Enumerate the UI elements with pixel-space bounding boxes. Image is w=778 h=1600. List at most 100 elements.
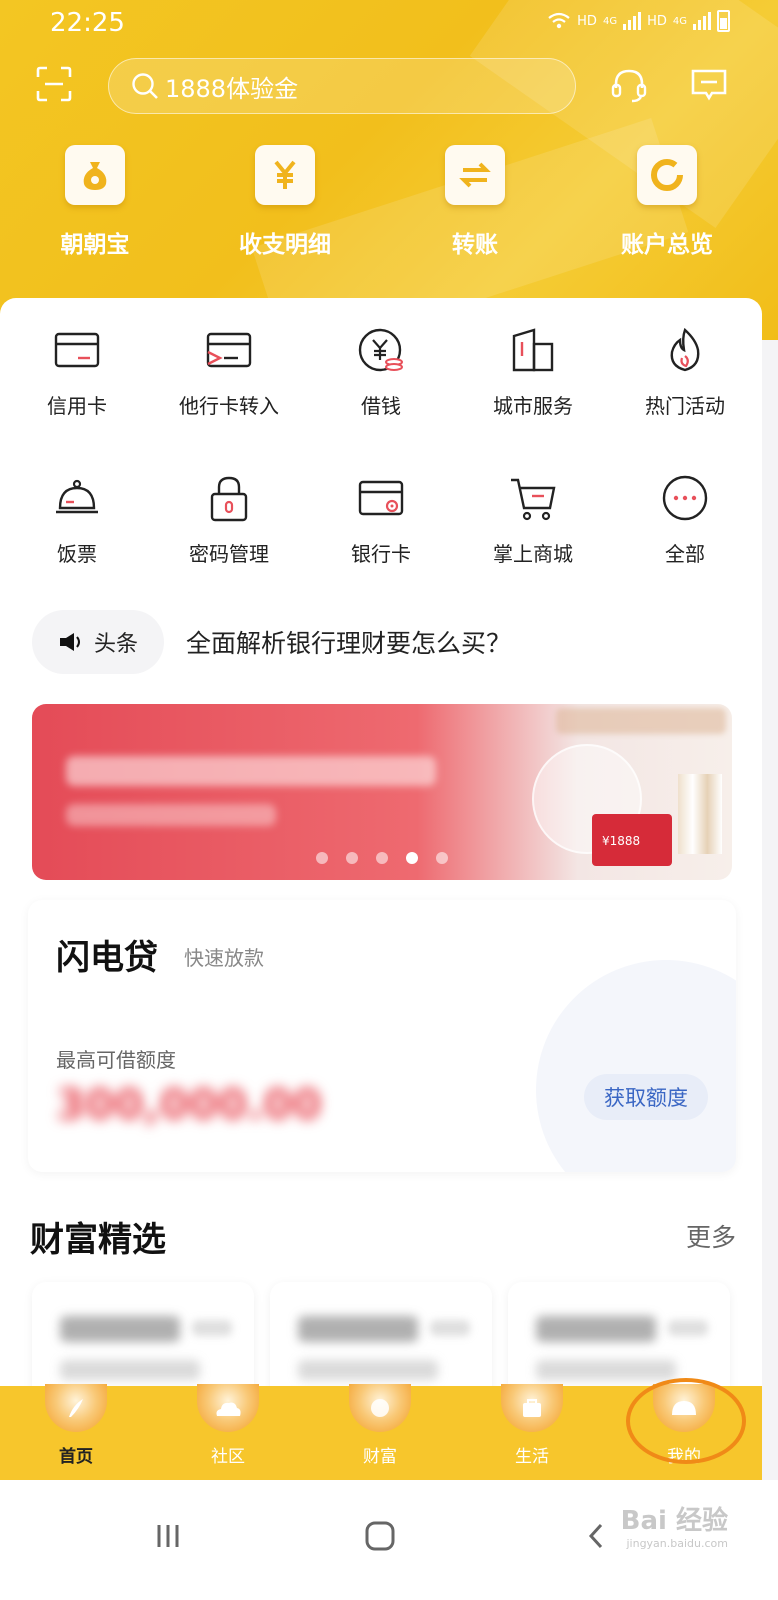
home-icon [45, 1384, 107, 1432]
carousel-dot [436, 852, 448, 864]
tab-label: 生活 [515, 1447, 549, 1467]
watermark: Bai 经验 jingyan.baidu.com [621, 1500, 728, 1550]
quick-action-zhaozhaobao[interactable]: 朝朝宝 [20, 145, 170, 259]
tab-life[interactable]: 生活 [456, 1384, 608, 1467]
back-icon [588, 1523, 603, 1549]
quick-action-transfer[interactable]: 转账 [400, 145, 550, 259]
carousel-dots [316, 852, 448, 864]
banner-title-blurred [66, 756, 436, 786]
tab-label: 财富 [363, 1447, 397, 1467]
home-button[interactable] [350, 1506, 410, 1566]
quick-action-overview[interactable]: 账户总览 [592, 145, 742, 259]
building-icon [512, 328, 554, 372]
cloud-icon [197, 1384, 259, 1432]
carousel-dot [376, 852, 388, 864]
battery-icon [717, 10, 730, 32]
service-meal-ticket[interactable]: 饭票 [0, 474, 154, 567]
status-icons: HD 4G HD 4G [547, 10, 730, 32]
carousel-dot [346, 852, 358, 864]
news-headline[interactable]: 全面解析银行理财要怎么买？ [186, 624, 511, 660]
life-icon [501, 1384, 563, 1432]
service-label: 城市服务 [493, 394, 573, 418]
books-illustration [678, 774, 722, 854]
speaker-icon [59, 633, 80, 651]
wealth-section-title: 财富精选 [30, 1220, 166, 1260]
money-bag-icon [65, 145, 125, 205]
flame-icon [670, 327, 700, 372]
search-placeholder: 1888体验金 [165, 74, 299, 103]
service-all[interactable]: 全部 [608, 474, 762, 567]
product-tag-blurred [430, 1320, 470, 1336]
header-area: 22:25 HD 4G HD 4G 1888体验金 朝朝宝 收支明细 转账 账户… [0, 0, 778, 340]
network-label-1: HD [577, 13, 597, 29]
loan-card-decoration [536, 960, 736, 1172]
lock-icon [210, 476, 248, 522]
network-gen-1: 4G [602, 15, 618, 27]
product-name-blurred [298, 1316, 418, 1342]
loan-title: 闪电贷 [56, 938, 158, 978]
product-desc-blurred [60, 1360, 200, 1380]
tab-label: 社区 [211, 1447, 245, 1467]
product-name-blurred [536, 1316, 656, 1342]
service-bank-card[interactable]: 银行卡 [304, 474, 458, 567]
tab-label: 首页 [59, 1447, 93, 1467]
promo-banner[interactable]: ¥1888 [32, 704, 732, 880]
pie-ring-icon [637, 145, 697, 205]
service-label: 饭票 [57, 542, 97, 566]
service-city[interactable]: 城市服务 [456, 326, 610, 419]
service-mall[interactable]: 掌上商城 [456, 474, 610, 567]
product-tag-blurred [192, 1320, 232, 1336]
message-icon[interactable] [690, 66, 728, 104]
cloche-icon [56, 479, 98, 514]
quick-action-label: 账户总览 [621, 232, 713, 258]
credit-card-icon [54, 332, 100, 368]
loan-amount: 300,000.00 [56, 1080, 322, 1129]
highlight-circle [626, 1378, 746, 1464]
quick-action-statement[interactable]: 收支明细 [210, 145, 360, 259]
headset-icon[interactable] [610, 66, 648, 104]
product-name-blurred [60, 1316, 180, 1342]
back-button[interactable] [566, 1506, 626, 1566]
get-limit-button[interactable]: 获取额度 [584, 1074, 708, 1120]
service-password[interactable]: 密码管理 [152, 474, 306, 567]
quick-action-label: 朝朝宝 [60, 232, 130, 258]
service-label: 他行卡转入 [179, 394, 279, 418]
service-label: 借钱 [361, 394, 401, 418]
service-hot-events[interactable]: 热门活动 [608, 326, 762, 419]
home-square-icon [365, 1521, 395, 1551]
product-desc-blurred [536, 1360, 676, 1380]
service-borrow[interactable]: 借钱 [304, 326, 458, 419]
service-credit-card[interactable]: 信用卡 [0, 326, 154, 419]
signal-icon-2 [693, 12, 711, 30]
tab-home[interactable]: 首页 [0, 1384, 152, 1467]
signal-icon [623, 12, 642, 30]
watermark-brand: Bai 经验 [620, 1506, 728, 1536]
network-label-2: HD [647, 13, 667, 29]
banner-tag-blurred [556, 708, 726, 734]
search-icon [132, 73, 158, 99]
scan-icon[interactable] [36, 66, 72, 102]
news-tag[interactable]: 头条 [32, 610, 164, 674]
cart-icon [511, 478, 556, 521]
tab-wealth[interactable]: 财富 [304, 1384, 456, 1467]
service-label: 信用卡 [47, 394, 107, 418]
product-desc-blurred [298, 1360, 438, 1380]
service-card-transfer-in[interactable]: 他行卡转入 [152, 326, 306, 419]
yuan-coin-icon [358, 328, 403, 372]
recent-apps-button[interactable] [138, 1506, 198, 1566]
banner-subtitle-blurred [66, 804, 276, 826]
loan-card[interactable]: 闪电贷 快速放款 最高可借额度 300,000.00 获取额度 [28, 900, 736, 1172]
quick-action-label: 转账 [452, 232, 498, 258]
status-time: 22:25 [50, 8, 125, 38]
wealth-more-link[interactable]: 更多 [686, 1218, 736, 1254]
service-label: 密码管理 [189, 542, 269, 566]
loan-limit-label: 最高可借额度 [56, 1048, 176, 1072]
red-envelope: ¥1888 [592, 814, 672, 866]
yuan-icon [255, 145, 315, 205]
quick-action-label: 收支明细 [239, 232, 331, 258]
more-dots-icon [662, 475, 708, 521]
network-gen-2: 4G [672, 15, 687, 27]
search-bar[interactable]: 1888体验金 [108, 58, 576, 114]
recent-apps-icon [157, 1525, 179, 1547]
tab-community[interactable]: 社区 [152, 1384, 304, 1467]
